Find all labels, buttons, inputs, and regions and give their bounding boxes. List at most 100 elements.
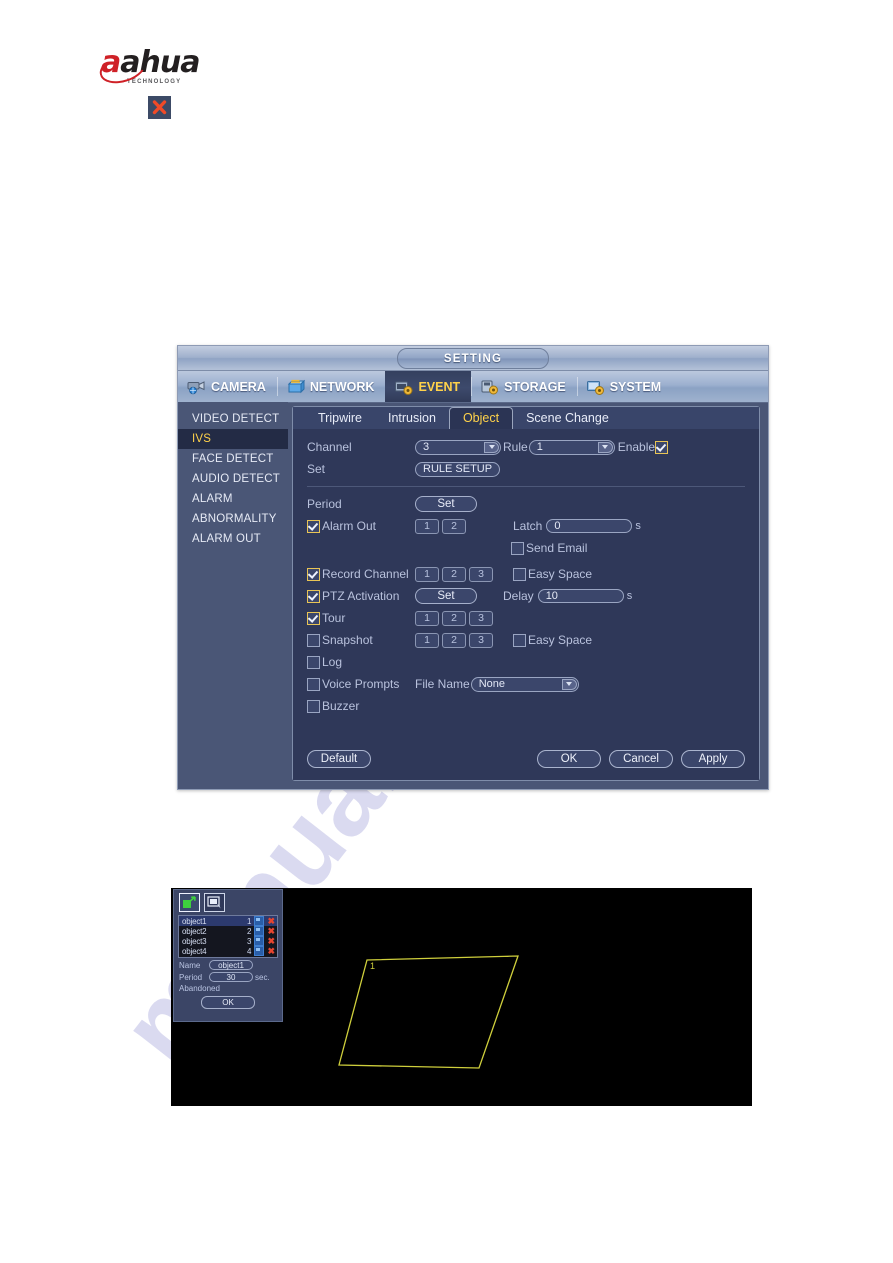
send-email-toggle[interactable]: Send Email xyxy=(511,541,587,555)
list-item[interactable]: object3 3 ✖ xyxy=(179,936,277,946)
menu-tab-event[interactable]: EVENT xyxy=(385,371,472,402)
edit-icon[interactable] xyxy=(254,926,265,936)
list-item[interactable]: object2 2 ✖ xyxy=(179,926,277,936)
record-channel-2[interactable]: 2 xyxy=(442,566,466,582)
send-email-checkbox[interactable] xyxy=(511,541,524,555)
menu-tab-camera-label: CAMERA xyxy=(211,379,266,394)
overlay-ok-button[interactable]: OK xyxy=(201,996,255,1009)
tour-checkbox[interactable] xyxy=(307,611,320,625)
sidebar-item-audio-detect[interactable]: AUDIO DETECT xyxy=(178,469,288,489)
period-set-button[interactable]: Set xyxy=(415,496,477,512)
list-item[interactable]: object4 4 ✖ xyxy=(179,946,277,956)
delete-icon[interactable]: ✖ xyxy=(267,947,275,956)
close-icon[interactable] xyxy=(148,96,171,119)
menu-tab-storage[interactable]: STORAGE xyxy=(471,371,577,402)
easy-space-record-checkbox[interactable] xyxy=(513,567,526,581)
delay-input[interactable]: 10 xyxy=(537,589,624,603)
object-number: 3 xyxy=(247,936,252,946)
snapshot-channel-3[interactable]: 3 xyxy=(469,632,493,648)
sidebar-item-face-detect[interactable]: FACE DETECT xyxy=(178,449,288,469)
delete-icon[interactable]: ✖ xyxy=(267,937,275,946)
channel-value: 3 xyxy=(423,441,430,453)
menu-tab-system[interactable]: SYSTEM xyxy=(576,371,672,402)
sidebar-item-alarm-out[interactable]: ALARM OUT xyxy=(178,529,288,549)
voice-prompts-checkbox[interactable] xyxy=(307,677,320,691)
buzzer-toggle[interactable]: Buzzer xyxy=(307,699,415,713)
record-channel-3[interactable]: 3 xyxy=(469,566,493,582)
voice-prompts-toggle[interactable]: Voice Prompts xyxy=(307,677,415,691)
rule-select[interactable]: 1 xyxy=(528,439,615,455)
rule-setup-overlay: object1 1 ✖ object2 2 ✖ object3 3 ✖ obje… xyxy=(173,889,283,1022)
ptz-checkbox[interactable] xyxy=(307,589,320,603)
tour-channel-2[interactable]: 2 xyxy=(442,610,466,626)
list-item[interactable]: object1 1 ✖ xyxy=(179,916,277,926)
menu-tab-network[interactable]: NETWORK xyxy=(276,371,386,402)
log-label: Log xyxy=(322,655,343,669)
cancel-button[interactable]: Cancel xyxy=(609,750,673,768)
file-name-select[interactable]: None xyxy=(470,676,579,692)
record-channel-label: Record Channel xyxy=(322,567,409,581)
tour-toggle[interactable]: Tour xyxy=(307,611,415,625)
voice-prompts-row: Voice Prompts File Name None xyxy=(307,674,745,694)
log-toggle[interactable]: Log xyxy=(307,655,415,669)
object-number: 2 xyxy=(247,926,252,936)
menu-tab-camera[interactable]: CAMERA xyxy=(178,371,277,402)
channel-row: Channel 3 Rule 1 Enable xyxy=(307,437,745,457)
object-number: 4 xyxy=(247,946,252,956)
apply-button[interactable]: Apply xyxy=(681,750,745,768)
tab-intrusion[interactable]: Intrusion xyxy=(375,408,449,429)
record-channel-toggle[interactable]: Record Channel xyxy=(307,567,415,581)
snapshot-checkbox[interactable] xyxy=(307,633,320,647)
sidebar-item-alarm[interactable]: ALARM xyxy=(178,489,288,509)
select-rectangle-icon[interactable] xyxy=(204,893,225,912)
overlay-period-input[interactable]: 30 xyxy=(209,972,253,982)
log-checkbox[interactable] xyxy=(307,655,320,669)
edit-icon[interactable] xyxy=(254,936,265,946)
buzzer-checkbox[interactable] xyxy=(307,699,320,713)
record-channel-checkbox[interactable] xyxy=(307,567,320,581)
region-label: 1 xyxy=(370,961,375,971)
channel-select[interactable]: 3 xyxy=(415,439,501,455)
tab-object[interactable]: Object xyxy=(448,407,514,430)
tab-scene-change[interactable]: Scene Change xyxy=(513,408,622,429)
draw-polygon-icon[interactable] xyxy=(179,893,200,912)
latch-input[interactable]: 0 xyxy=(546,519,633,533)
sidebar-item-abnormality[interactable]: ABNORMALITY xyxy=(178,509,288,529)
ptz-toggle[interactable]: PTZ Activation xyxy=(307,589,415,603)
edit-icon[interactable] xyxy=(254,946,265,956)
dialog-title: SETTING xyxy=(397,348,549,369)
send-email-label: Send Email xyxy=(526,541,588,555)
rule-setup-button[interactable]: RULE SETUP xyxy=(415,461,501,477)
sidebar: VIDEO DETECT IVS FACE DETECT AUDIO DETEC… xyxy=(178,402,288,789)
sidebar-item-video-detect[interactable]: VIDEO DETECT xyxy=(178,409,288,429)
snapshot-toggle[interactable]: Snapshot xyxy=(307,633,415,647)
alarm-out-toggle[interactable]: Alarm Out xyxy=(307,519,415,533)
easy-space-snapshot-toggle[interactable]: Easy Space xyxy=(513,633,592,647)
storage-icon xyxy=(480,379,499,395)
ptz-set-button[interactable]: Set xyxy=(415,588,477,604)
alarm-out-channel-2[interactable]: 2 xyxy=(442,518,466,534)
rule-value: 1 xyxy=(536,441,543,453)
record-channel-1[interactable]: 1 xyxy=(415,566,439,582)
delete-icon[interactable]: ✖ xyxy=(267,917,275,926)
alarm-out-checkbox[interactable] xyxy=(307,519,320,533)
sidebar-item-ivs[interactable]: IVS xyxy=(178,429,288,449)
snapshot-channel-1[interactable]: 1 xyxy=(415,632,439,648)
menu-tab-network-label: NETWORK xyxy=(309,379,375,394)
ok-button[interactable]: OK xyxy=(537,750,601,768)
tour-channel-1[interactable]: 1 xyxy=(415,610,439,626)
tour-row: Tour 1 2 3 xyxy=(307,608,745,628)
overlay-name-input[interactable]: object1 xyxy=(209,960,253,970)
snapshot-channel-2[interactable]: 2 xyxy=(442,632,466,648)
tour-channel-3[interactable]: 3 xyxy=(469,610,493,626)
alarm-out-channel-1[interactable]: 1 xyxy=(415,518,439,534)
easy-space-record-toggle[interactable]: Easy Space xyxy=(513,567,592,581)
tab-tripwire[interactable]: Tripwire xyxy=(305,408,375,429)
edit-icon[interactable] xyxy=(254,916,265,926)
default-button[interactable]: Default xyxy=(307,750,371,768)
object-list[interactable]: object1 1 ✖ object2 2 ✖ object3 3 ✖ obje… xyxy=(178,915,278,958)
enable-checkbox[interactable] xyxy=(655,440,669,454)
easy-space-snapshot-checkbox[interactable] xyxy=(513,633,526,647)
delete-icon[interactable]: ✖ xyxy=(267,927,275,936)
dialog-footer: Default OK Cancel Apply xyxy=(307,750,745,768)
